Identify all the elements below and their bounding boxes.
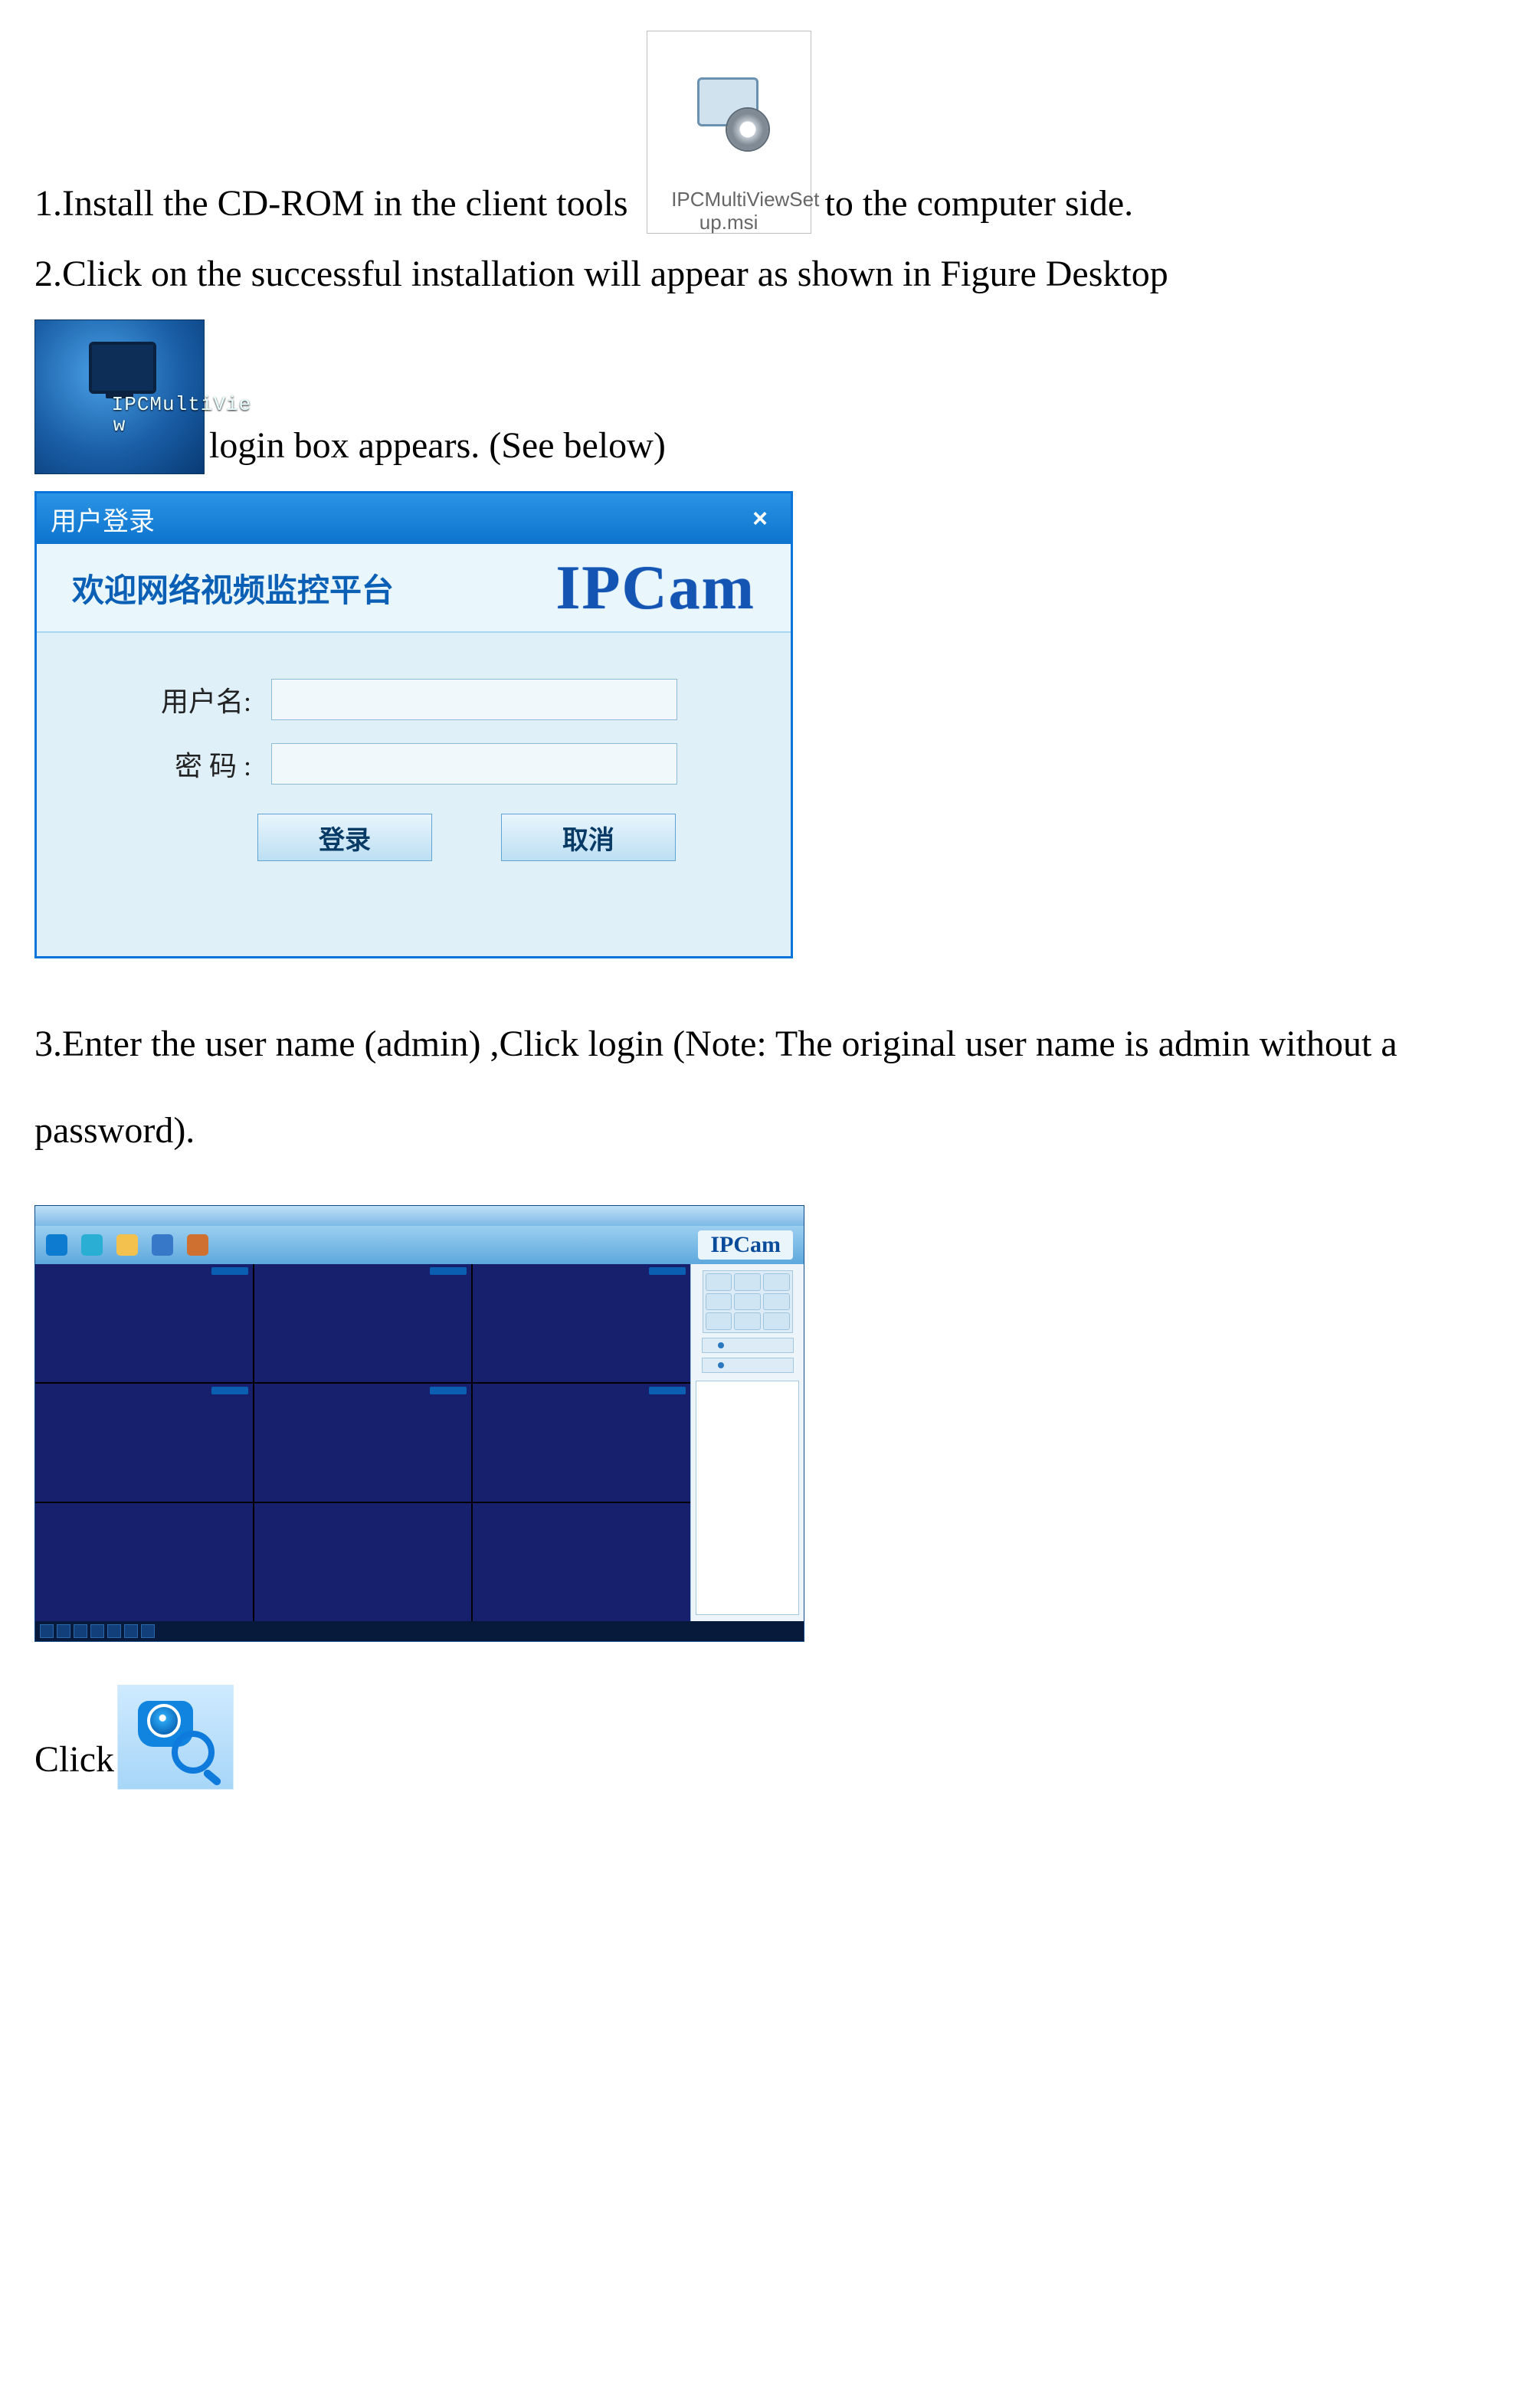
username-label: 用户名: [98, 680, 271, 719]
step-3-text: 3.Enter the user name (admin) ,Click log… [34, 1001, 1496, 1175]
video-cell[interactable] [254, 1264, 472, 1382]
video-cell[interactable] [473, 1264, 690, 1382]
toolbar-settings-icon[interactable] [116, 1234, 138, 1256]
video-grid [35, 1264, 690, 1621]
cancel-button[interactable]: 取消 [501, 814, 676, 861]
app-main-window: IPCam [34, 1205, 804, 1642]
desktop-shortcut-icon[interactable]: IPCMultiView [34, 319, 205, 474]
video-cell[interactable] [35, 1384, 253, 1502]
step-1-text-a: 1.Install the CD-ROM in the client tools [34, 180, 628, 228]
ptz-control[interactable] [703, 1270, 793, 1333]
username-input[interactable] [271, 679, 677, 720]
toolbar-user-icon[interactable] [152, 1234, 173, 1256]
step-2-line: 2.Click on the successful installation w… [34, 251, 1496, 298]
step-1-text-b: to the computer side. [816, 180, 1134, 228]
toolbar-search-icon[interactable] [81, 1234, 103, 1256]
login-logo: IPCam [555, 552, 755, 624]
password-input[interactable] [271, 743, 677, 785]
video-cell[interactable] [35, 1503, 253, 1621]
installer-msi-icon[interactable]: IPCMultiViewSetup.msi [647, 31, 811, 234]
password-label: 密 码 : [98, 744, 271, 784]
app-side-panel [690, 1264, 804, 1621]
login-welcome-text: 欢迎网络视频监控平台 [72, 565, 394, 611]
app-statusbar [35, 1621, 804, 1641]
video-cell[interactable] [473, 1384, 690, 1502]
layout-9-icon[interactable] [74, 1624, 87, 1638]
step-1-line: 1.Install the CD-ROM in the client tools… [34, 31, 1496, 228]
layout-16-icon[interactable] [90, 1624, 104, 1638]
login-banner: 欢迎网络视频监控平台 IPCam [37, 544, 791, 633]
desktop-shortcut-label: IPCMultiView [35, 373, 204, 457]
video-cell[interactable] [35, 1264, 253, 1382]
toolbar-record-icon[interactable] [187, 1234, 208, 1256]
login-title-text: 用户登录 [51, 500, 155, 538]
app-logo: IPCam [698, 1230, 793, 1260]
installer-glyph [693, 74, 765, 147]
layout-36-icon[interactable] [124, 1624, 138, 1638]
app-toolbar: IPCam [35, 1226, 804, 1264]
device-tree[interactable] [696, 1381, 799, 1615]
layout-1-icon[interactable] [40, 1624, 54, 1638]
fullscreen-icon[interactable] [141, 1624, 155, 1638]
zoom-slider[interactable] [702, 1338, 794, 1353]
step-2-text: 2.Click on the successful installation w… [34, 251, 1168, 298]
login-dialog: 用户登录 × 欢迎网络视频监控平台 IPCam 用户名: 密 码 : 登录 取消 [34, 491, 793, 958]
video-cell[interactable] [254, 1503, 472, 1621]
step-4-line: Click [34, 1685, 1496, 1784]
app-window-titlebar [35, 1206, 804, 1226]
layout-25-icon[interactable] [107, 1624, 121, 1638]
focus-slider[interactable] [702, 1358, 794, 1373]
login-titlebar: 用户登录 × [37, 493, 791, 544]
step-2b-line: IPCMultiView login box appears. (See bel… [34, 319, 1496, 470]
video-cell[interactable] [473, 1503, 690, 1621]
toolbar-home-icon[interactable] [46, 1234, 67, 1256]
close-icon[interactable]: × [743, 503, 777, 536]
video-cell[interactable] [254, 1384, 472, 1502]
step-2b-text: login box appears. (See below) [209, 422, 666, 470]
camera-search-icon[interactable] [117, 1685, 234, 1790]
login-button[interactable]: 登录 [257, 814, 432, 861]
layout-4-icon[interactable] [57, 1624, 70, 1638]
step-4-text: Click [34, 1736, 114, 1784]
